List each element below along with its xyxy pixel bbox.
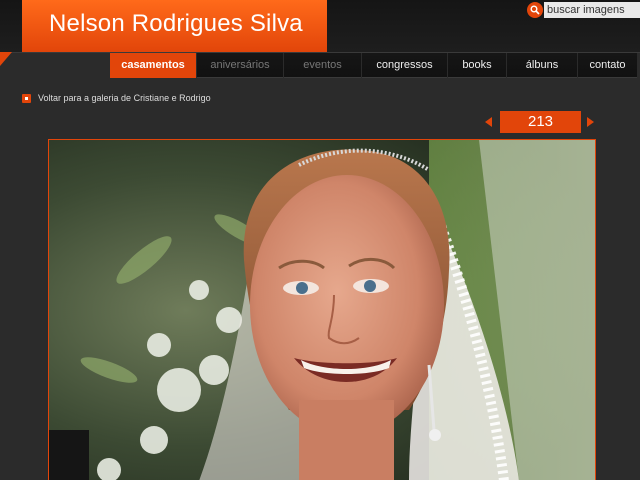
nav-item-contato[interactable]: contato (578, 53, 637, 78)
search-box (527, 2, 640, 18)
back-link-label: Voltar para a galeria de Cristiane e Rod… (38, 93, 211, 103)
top-bar: Nelson Rodrigues Silva (0, 0, 640, 53)
site-title[interactable]: Nelson Rodrigues Silva (22, 0, 327, 52)
back-link[interactable]: Voltar para a galeria de Cristiane e Rod… (22, 92, 211, 104)
search-icon[interactable] (527, 2, 543, 18)
next-arrow-icon[interactable] (587, 117, 594, 127)
nav-item-casamentos[interactable]: casamentos (110, 53, 196, 78)
corner-accent (0, 52, 12, 66)
nav-item-aniversarios[interactable]: aniversários (197, 53, 283, 78)
photo-number: 213 (500, 111, 581, 133)
main-nav: casamentos aniversários eventos congress… (110, 53, 637, 78)
site-title-text: Nelson Rodrigues Silva (49, 10, 303, 37)
nav-item-congressos[interactable]: congressos (362, 53, 447, 78)
nav-item-books[interactable]: books (448, 53, 506, 78)
nav-item-albuns[interactable]: álbuns (507, 53, 577, 78)
nav-item-eventos[interactable]: eventos (284, 53, 361, 78)
search-input[interactable] (544, 2, 640, 18)
photo-frame (48, 139, 596, 480)
photo-pager: 213 (484, 111, 596, 133)
bride-photo (49, 140, 595, 480)
previous-arrow-icon[interactable] (485, 117, 492, 127)
back-icon (22, 93, 31, 103)
